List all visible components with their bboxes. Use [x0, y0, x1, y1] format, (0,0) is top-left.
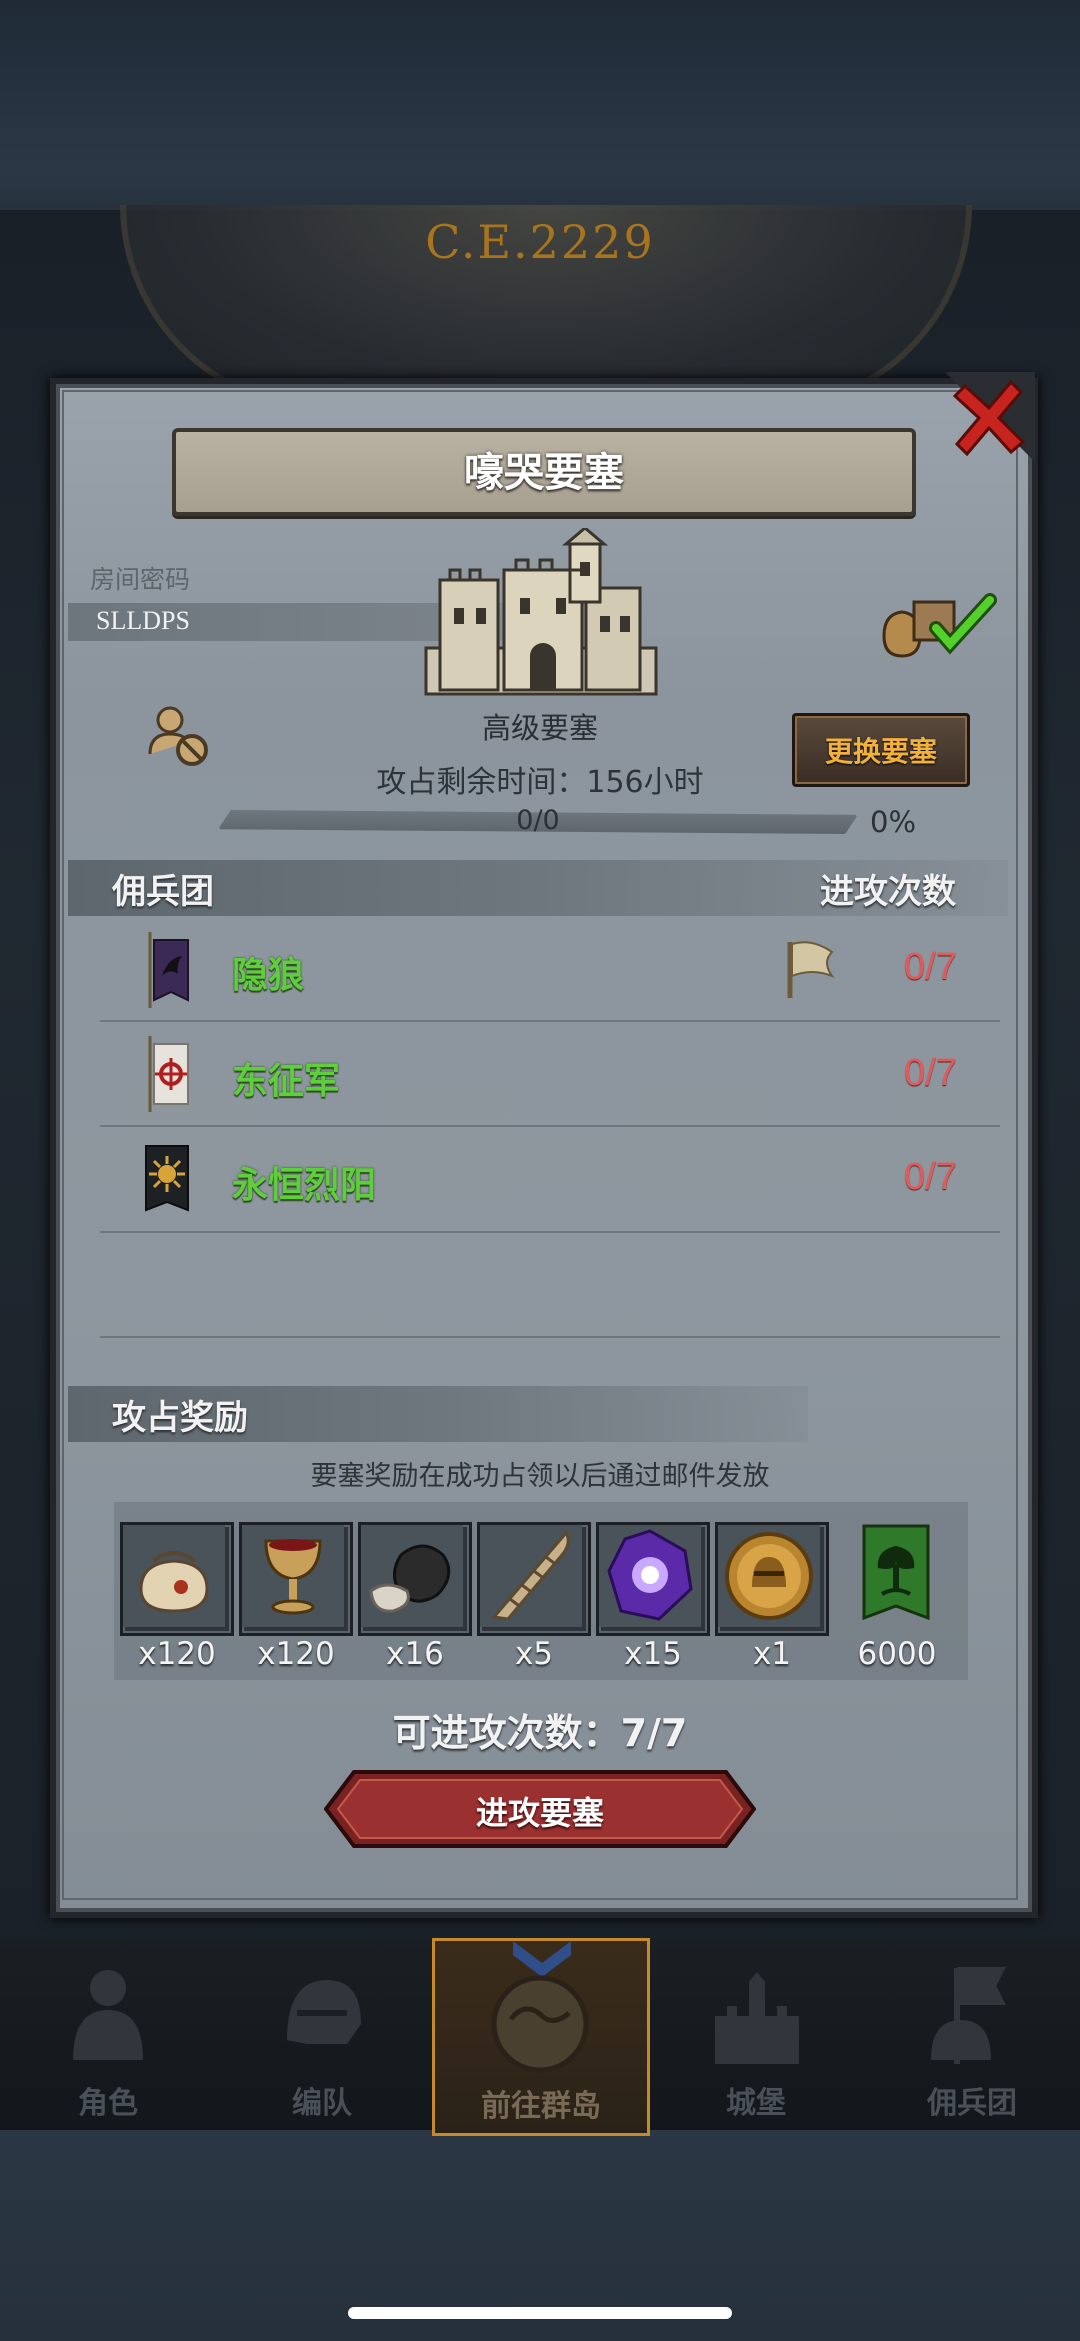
horn-icon: [480, 1525, 582, 1627]
row-divider: [100, 1231, 1000, 1233]
attack-count: 0/7: [904, 946, 957, 988]
nav-item-islands[interactable]: 前往群岛: [432, 1938, 650, 2136]
nav-label: 城堡: [726, 2086, 786, 2121]
fortress-tier: 高级要塞: [481, 711, 598, 745]
privacy-toggle-icon[interactable]: [144, 700, 214, 770]
mercenary-icon: [931, 1967, 1006, 2064]
top-background: [0, 0, 1080, 210]
room-code: SLLDPS: [96, 606, 190, 635]
nav-item-mercenary[interactable]: 佣兵团: [872, 1938, 1072, 2130]
reward-count: x15: [624, 1636, 682, 1672]
reward-count: x16: [386, 1636, 444, 1672]
mercenary-name: 隐狼: [232, 955, 305, 996]
nav-item-castle[interactable]: 城堡: [656, 1938, 856, 2130]
attack-count: 0/7: [904, 1156, 957, 1198]
mercenary-row[interactable]: 隐狼 0/7: [68, 918, 1008, 1022]
knight-icon: [73, 1970, 143, 2060]
mercenary-row[interactable]: 永恒烈阳 0/7: [68, 1130, 1008, 1234]
time-remaining: 攻占剩余时间：156小时: [376, 765, 704, 800]
helmet-icon: [287, 1980, 361, 2044]
reward-item[interactable]: [120, 1522, 234, 1636]
attack-button-label: 进攻要塞: [475, 1794, 604, 1832]
mercenary-row[interactable]: 东征军 0/7: [68, 1024, 1008, 1128]
change-fortress-button[interactable]: 更换要塞: [792, 713, 970, 787]
attempts-remaining: 可进攻次数：7/7: [392, 1711, 688, 1755]
clock-year: C.E.2229: [425, 215, 655, 269]
tree-banner-icon: [862, 1524, 930, 1621]
home-indicator[interactable]: [348, 2307, 732, 2319]
progress-percent: 0%: [870, 805, 917, 839]
nav-label: 角色: [78, 2086, 138, 2121]
reward-item[interactable]: [358, 1522, 472, 1636]
mercenary-name: 永恒烈阳: [232, 1165, 377, 1206]
rewards-note: 要塞奖励在成功占领以后通过邮件发放: [310, 1461, 770, 1492]
mercenary-name: 东征军: [232, 1061, 341, 1102]
nav-label: 佣兵团: [927, 2086, 1017, 2121]
mercenary-header: 佣兵团: [112, 872, 214, 912]
reward-count: x120: [257, 1636, 335, 1672]
reward-count: x5: [514, 1636, 554, 1672]
nav-item-formation[interactable]: 编队: [222, 1938, 422, 2130]
ore-icon: [361, 1525, 463, 1627]
pouch-icon: [123, 1525, 225, 1627]
close-icon[interactable]: [945, 372, 1035, 462]
nav-label: 编队: [292, 2086, 352, 2121]
row-divider: [100, 1020, 1000, 1022]
reward-item[interactable]: [715, 1522, 829, 1636]
attack-count-header: 进攻次数: [820, 872, 956, 912]
wolf-banner-icon: [148, 932, 189, 1008]
rewards-header: 攻占奖励: [112, 1398, 248, 1438]
attack-count: 0/7: [904, 1052, 957, 1094]
row-divider: [100, 1336, 1000, 1338]
cross-banner-icon: [148, 1036, 189, 1112]
castle-icon: [715, 1972, 799, 2064]
room-password-label: 房间密码: [90, 565, 191, 594]
reward-item[interactable]: [477, 1522, 591, 1636]
goblet-icon: [242, 1525, 344, 1627]
progress-count: 0/0: [516, 805, 560, 836]
purple-gem-icon: [599, 1525, 701, 1627]
map-icon: [491, 1975, 589, 2073]
reward-item[interactable]: [239, 1522, 353, 1636]
nav-label: 前往群岛: [481, 2089, 601, 2124]
nav-item-role[interactable]: 角色: [8, 1938, 208, 2130]
sun-banner-icon: [145, 1145, 189, 1212]
flag-icon: [787, 941, 835, 998]
reward-item[interactable]: [596, 1522, 710, 1636]
knight-coin-icon: [718, 1525, 820, 1627]
loot-collected-icon: [882, 593, 997, 658]
reward-count: x120: [138, 1636, 216, 1672]
fortress-castle-icon: [424, 528, 658, 696]
dialog-title: 嚎哭要塞: [464, 450, 624, 496]
row-divider: [100, 1125, 1000, 1127]
reward-count: x1: [752, 1636, 792, 1672]
reward-count: 6000: [857, 1636, 937, 1672]
